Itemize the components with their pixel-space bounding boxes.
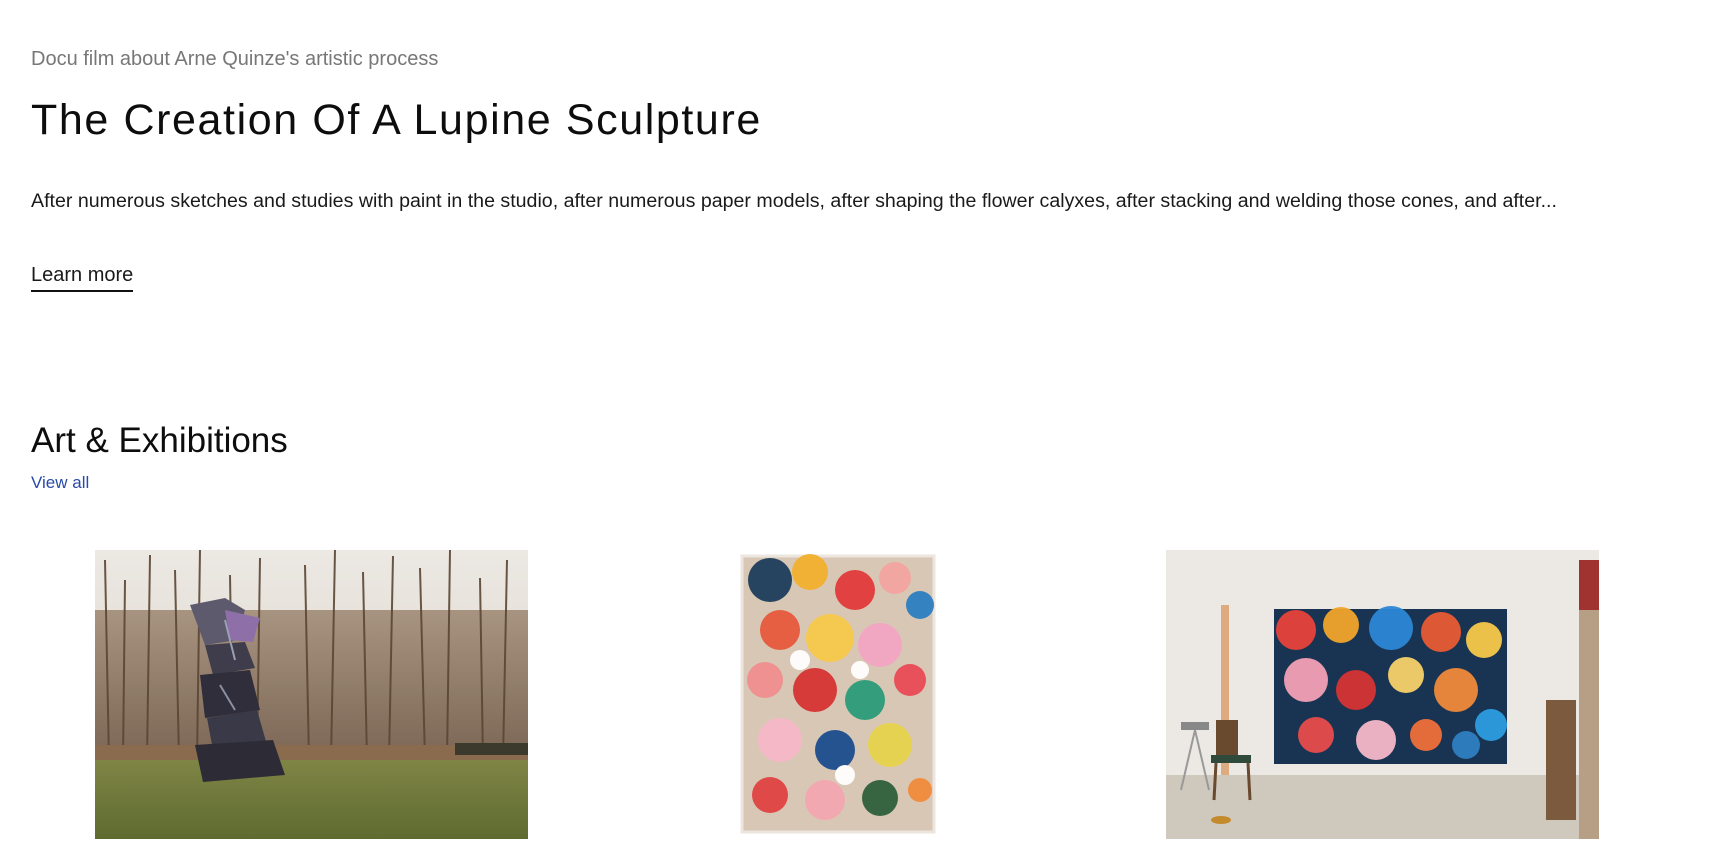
art-card-painting[interactable] bbox=[630, 550, 1063, 839]
art-card-sculpture[interactable] bbox=[95, 550, 528, 839]
feature-description: After numerous sketches and studies with… bbox=[31, 190, 1557, 212]
section-title: Art & Exhibitions bbox=[31, 421, 288, 460]
feature-title: The Creation Of A Lupine Sculpture bbox=[31, 96, 762, 144]
sculpture-image bbox=[95, 550, 528, 839]
view-all-link[interactable]: View all bbox=[31, 473, 89, 493]
painting-image bbox=[630, 550, 1063, 839]
feature-eyebrow: Docu film about Arne Quinze's artistic p… bbox=[31, 48, 439, 70]
learn-more-link[interactable]: Learn more bbox=[31, 264, 134, 292]
studio-image bbox=[1166, 550, 1599, 839]
art-card-studio[interactable] bbox=[1166, 550, 1599, 839]
